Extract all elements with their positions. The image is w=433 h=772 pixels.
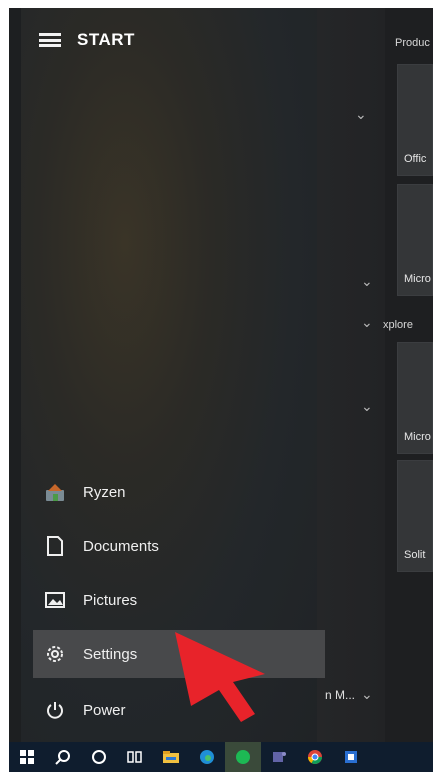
chevron-down-icon[interactable]: ⌄ <box>355 106 367 123</box>
search-icon[interactable] <box>45 742 81 772</box>
sidebar-item-documents[interactable]: Documents <box>33 522 325 570</box>
tile-label: Offic <box>404 153 427 165</box>
tile-label: Solit <box>404 549 426 561</box>
teams-icon[interactable] <box>261 742 297 772</box>
hamburger-menu-icon[interactable] <box>39 33 61 47</box>
sidebar-item-label: Power <box>83 701 126 719</box>
pictures-icon <box>43 588 67 612</box>
tile-label: Micro <box>404 431 431 443</box>
sidebar-item-label: Documents <box>83 537 159 555</box>
app-tile[interactable]: Micro <box>397 184 433 296</box>
start-middle-pane <box>317 8 385 742</box>
sidebar-item-label: Ryzen <box>83 483 126 501</box>
document-icon <box>43 534 67 558</box>
user-avatar-icon <box>43 480 67 504</box>
task-view-icon[interactable] <box>117 742 153 772</box>
sidebar-item-label: Settings <box>83 645 138 663</box>
spotify-icon[interactable] <box>225 742 261 772</box>
cortana-icon[interactable] <box>81 742 117 772</box>
sidebar-item-pictures[interactable]: Pictures <box>33 576 325 624</box>
app-tile[interactable]: Offic <box>397 64 433 176</box>
app-tile[interactable]: Solit <box>397 460 433 572</box>
app-list-item[interactable]: n M... <box>325 688 355 702</box>
start-menu: START ⌄ ⌄ ⌄ ⌄ Produc xplore Offic Micro … <box>9 8 433 772</box>
tile-group-label: Produc <box>395 37 430 49</box>
chevron-down-icon[interactable]: ⌄ <box>361 273 373 290</box>
gear-icon <box>43 642 67 666</box>
red-arrow-annotation <box>175 632 265 722</box>
chevron-down-icon[interactable]: ⌄ <box>361 398 373 415</box>
tile-label: Micro <box>404 273 431 285</box>
file-explorer-icon[interactable] <box>153 742 189 772</box>
chevron-down-icon[interactable]: ⌄ <box>361 686 373 703</box>
chevron-down-icon[interactable]: ⌄ <box>361 314 373 331</box>
start-header: START <box>39 30 135 50</box>
app-tile[interactable]: Micro <box>397 342 433 454</box>
tile-group-label: xplore <box>383 319 413 331</box>
start-title: START <box>77 30 135 49</box>
taskbar <box>9 742 433 772</box>
windows-start-icon[interactable] <box>9 742 45 772</box>
power-icon <box>43 698 67 722</box>
app-icon[interactable] <box>333 742 369 772</box>
chrome-icon[interactable] <box>297 742 333 772</box>
sidebar-item-user[interactable]: Ryzen <box>33 468 325 516</box>
edge-icon[interactable] <box>189 742 225 772</box>
sidebar-item-label: Pictures <box>83 591 138 609</box>
